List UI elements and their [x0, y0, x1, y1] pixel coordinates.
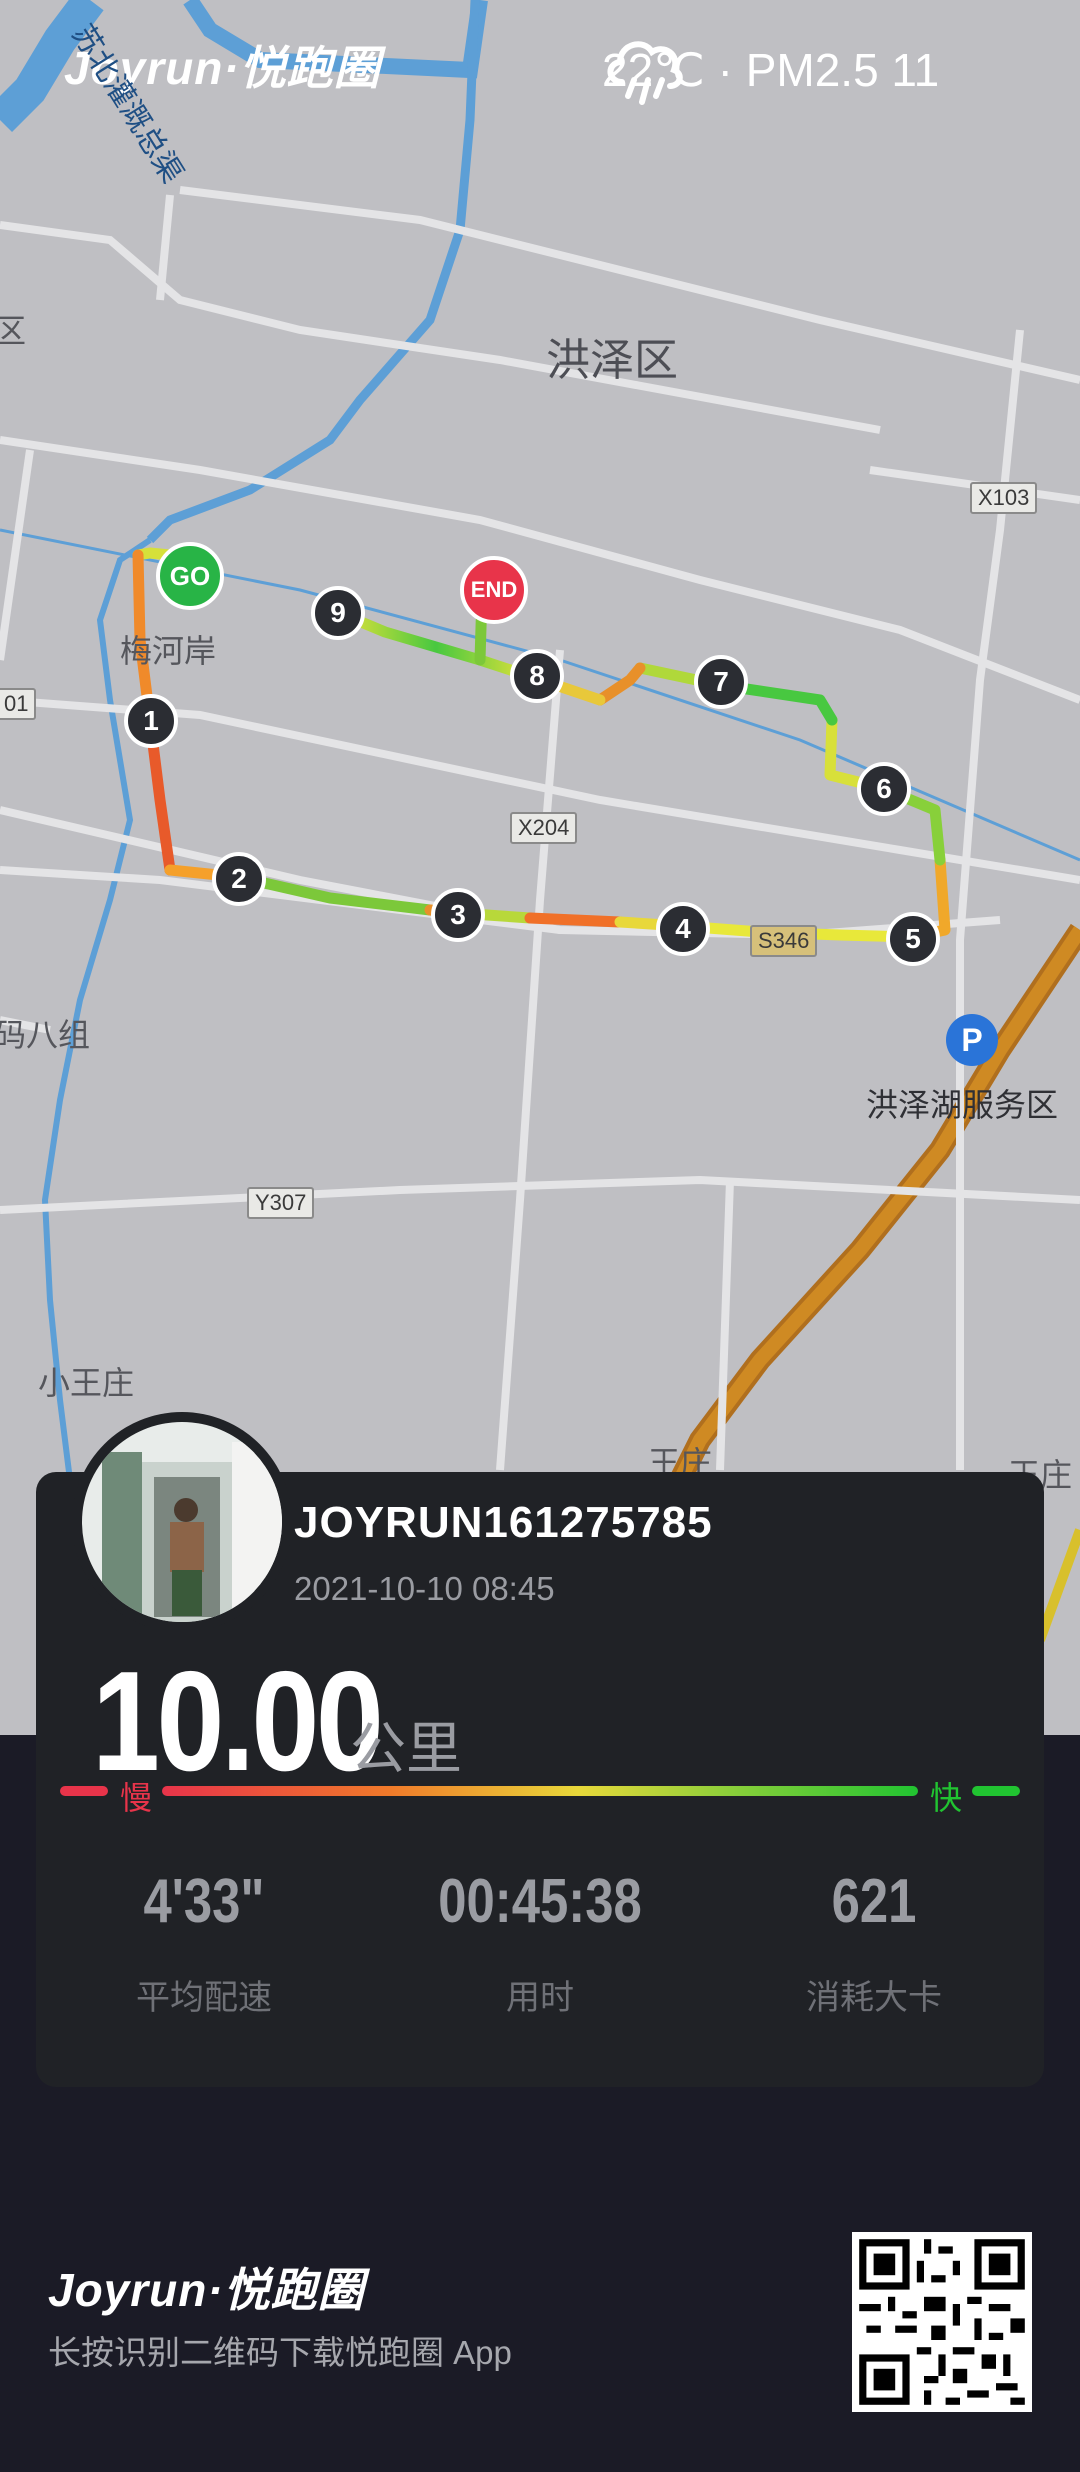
pace-legend-fast-bar: [972, 1786, 1020, 1796]
qr-code-image: [852, 2232, 1032, 2412]
km-marker[interactable]: 3: [431, 888, 485, 942]
map-label: 洪泽区: [546, 335, 678, 386]
pace-legend-slow-bar: [60, 1786, 108, 1796]
qr-code[interactable]: [852, 2232, 1032, 2412]
map-label: 梅河岸: [120, 632, 217, 670]
road-badge: S346: [750, 925, 818, 957]
road-badge: X103: [970, 482, 1038, 514]
road-badge: X204: [510, 812, 578, 844]
km-marker[interactable]: 1: [124, 694, 178, 748]
start-marker[interactable]: GO: [156, 542, 224, 610]
rain-cloud-icon: [607, 41, 683, 105]
weather-info: 22℃ · PM2.5 11: [602, 30, 939, 110]
avatar[interactable]: [72, 1412, 292, 1632]
road-badge: 01: [0, 688, 37, 720]
duration-value: 00:45:38: [438, 1867, 642, 1936]
pace-gradient-bar: [162, 1786, 918, 1796]
km-marker[interactable]: 5: [886, 912, 940, 966]
username: JOYRUN161275785: [294, 1498, 713, 1547]
avatar-image: [82, 1422, 282, 1622]
km-marker[interactable]: 9: [311, 586, 365, 640]
avatar-photo: [82, 1422, 282, 1622]
km-marker[interactable]: 2: [212, 852, 266, 906]
avg-pace-value: 4'33": [143, 1867, 265, 1936]
distance-unit: 公里: [350, 1717, 462, 1780]
duration-label: 用时: [506, 1979, 574, 2017]
end-marker[interactable]: END: [460, 556, 528, 624]
calories-value: 621: [831, 1867, 917, 1936]
km-marker[interactable]: 8: [510, 649, 564, 703]
footer-brand-logo: Joyrun·悦跑圈: [48, 2264, 365, 2316]
map-label: 洪泽湖服务区: [866, 1086, 1059, 1124]
avg-pace-label: 平均配速: [136, 1979, 272, 2017]
pace-legend-fast: 快: [930, 1780, 963, 1816]
download-note: 长按识别二维码下载悦跑圈 App: [48, 2334, 512, 2371]
parking-icon[interactable]: P: [946, 1014, 998, 1066]
km-marker[interactable]: 6: [857, 762, 911, 816]
km-marker[interactable]: 7: [694, 655, 748, 709]
map-label: 小王庄: [38, 1364, 135, 1402]
km-marker[interactable]: 4: [656, 902, 710, 956]
pace-legend-slow: 慢: [120, 1780, 153, 1816]
map-label: 区: [0, 312, 27, 350]
road-badge: Y307: [247, 1187, 315, 1219]
map-label: 码八组: [0, 1016, 91, 1054]
run-datetime: 2021-10-10 08:45: [294, 1570, 555, 1607]
calories-label: 消耗大卡: [806, 1979, 942, 2017]
